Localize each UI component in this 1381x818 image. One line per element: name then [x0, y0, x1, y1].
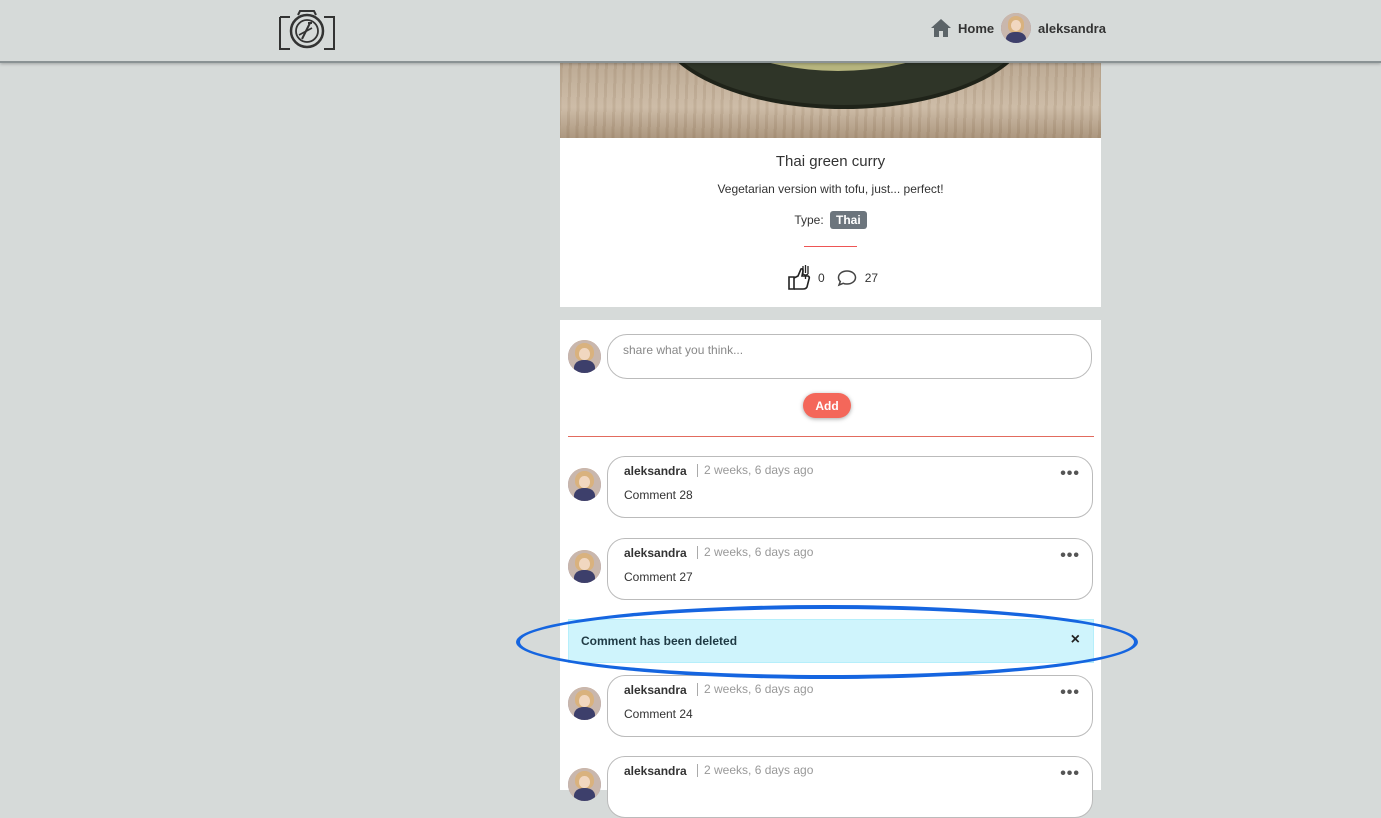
comment-author[interactable]: aleksandra	[624, 546, 687, 560]
comment-item: aleksandra 2 weeks, 6 days ago Comment 2…	[607, 538, 1093, 600]
avatar	[568, 687, 601, 720]
close-icon[interactable]: ×	[1071, 631, 1080, 649]
type-label: Type:	[794, 213, 824, 227]
post-actions: 0 27	[786, 264, 878, 292]
divider	[804, 246, 857, 247]
deleted-alert: Comment has been deleted ×	[568, 619, 1094, 663]
comments-button[interactable]: 27	[837, 269, 878, 287]
user-menu[interactable]: aleksandra	[1001, 13, 1106, 43]
more-options-icon[interactable]: •••	[1060, 465, 1080, 483]
avatar	[1001, 13, 1031, 43]
more-options-icon[interactable]: •••	[1060, 547, 1080, 565]
divider	[568, 436, 1094, 437]
comment-item: aleksandra 2 weeks, 6 days ago •••	[607, 756, 1093, 818]
comment-time: 2 weeks, 6 days ago	[697, 764, 813, 777]
recipe-photo	[560, 61, 1101, 138]
more-options-icon[interactable]: •••	[1060, 765, 1080, 783]
avatar	[568, 468, 601, 501]
comment-item: aleksandra 2 weeks, 6 days ago Comment 2…	[607, 675, 1093, 737]
comments-card: Add aleksandra 2 weeks, 6 days ago Comme…	[560, 320, 1101, 818]
avatar	[568, 340, 601, 373]
avatar	[568, 550, 601, 583]
navbar: Home aleksandra	[0, 0, 1381, 63]
comment-text: Comment 24	[624, 707, 693, 721]
speech-bubble-icon	[837, 270, 856, 287]
comment-author[interactable]: aleksandra	[624, 464, 687, 478]
thumbs-up-fork-icon	[788, 265, 811, 290]
comment-text: Comment 27	[624, 570, 693, 584]
camera-plate-icon[interactable]	[278, 9, 336, 51]
comment-item: aleksandra 2 weeks, 6 days ago Comment 2…	[607, 456, 1093, 518]
comment-time: 2 weeks, 6 days ago	[697, 464, 813, 477]
home-label: Home	[958, 20, 995, 36]
comment-time: 2 weeks, 6 days ago	[697, 546, 813, 559]
post-card: Thai green curry Vegetarian version with…	[560, 138, 1101, 307]
home-link[interactable]: Home	[930, 17, 994, 39]
type-badge[interactable]: Thai	[830, 211, 867, 229]
home-icon	[931, 19, 951, 37]
alert-message: Comment has been deleted	[581, 634, 738, 648]
user-name: aleksandra	[1038, 20, 1106, 36]
like-count: 0	[818, 271, 825, 285]
comment-input[interactable]	[607, 334, 1092, 379]
avatar	[568, 768, 601, 801]
post-type: Type: Thai	[560, 211, 1101, 229]
comment-author[interactable]: aleksandra	[624, 683, 687, 697]
more-options-icon[interactable]: •••	[1060, 684, 1080, 702]
comment-text: Comment 28	[624, 488, 693, 502]
comment-count: 27	[864, 271, 879, 285]
post-description: Vegetarian version with tofu, just... pe…	[717, 182, 944, 196]
post-title: Thai green curry	[775, 153, 886, 170]
comment-time: 2 weeks, 6 days ago	[697, 683, 813, 696]
like-button[interactable]: 0	[786, 264, 825, 292]
add-comment-button[interactable]: Add	[803, 393, 851, 418]
